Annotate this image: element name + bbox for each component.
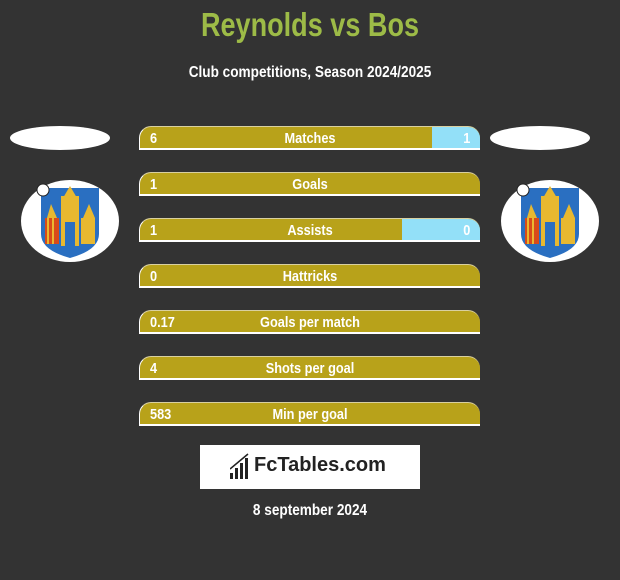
stat-row-hattricks: 0 Hattricks (139, 264, 480, 288)
stat-row-min-per-goal: 583 Min per goal (139, 402, 480, 426)
stat-label: Hattricks (282, 268, 338, 285)
left-player-name-placeholder (10, 126, 110, 150)
club-crest-icon (36, 183, 99, 258)
left-value: 1 (150, 222, 158, 239)
page-title: Reynolds vs Bos (200, 6, 420, 43)
date-label: 8 september 2024 (252, 502, 368, 519)
stat-row-matches: 6 Matches 1 (139, 126, 480, 150)
left-value: 4 (150, 360, 158, 377)
stat-label: Matches (284, 130, 336, 147)
stat-label: Assists (287, 222, 333, 239)
stat-row-goals-per-match: 0.17 Goals per match (139, 310, 480, 334)
right-value: 1 (462, 130, 470, 147)
left-value: 0 (150, 268, 158, 285)
right-club-crest (501, 180, 599, 262)
left-club-crest (21, 180, 119, 262)
bar-chart-icon (230, 453, 249, 479)
stat-label: Goals (292, 176, 328, 193)
club-crest-icon (516, 183, 579, 258)
page-subtitle: Club competitions, Season 2024/2025 (188, 64, 432, 81)
right-value: 0 (462, 222, 470, 239)
stat-row-assists: 1 Assists 0 (139, 218, 480, 242)
left-value: 1 (150, 176, 158, 193)
stat-label: Goals per match (260, 314, 360, 331)
stat-label: Min per goal (272, 406, 348, 423)
stat-row-shots-per-goal: 4 Shots per goal (139, 356, 480, 380)
left-value: 6 (150, 130, 158, 147)
stat-row-goals: 1 Goals (139, 172, 480, 196)
stat-label: Shots per goal (265, 360, 355, 377)
right-player-name-placeholder (490, 126, 590, 150)
logo-text: FcTables.com (254, 454, 386, 476)
fctables-logo[interactable]: FcTables.com (200, 445, 420, 489)
